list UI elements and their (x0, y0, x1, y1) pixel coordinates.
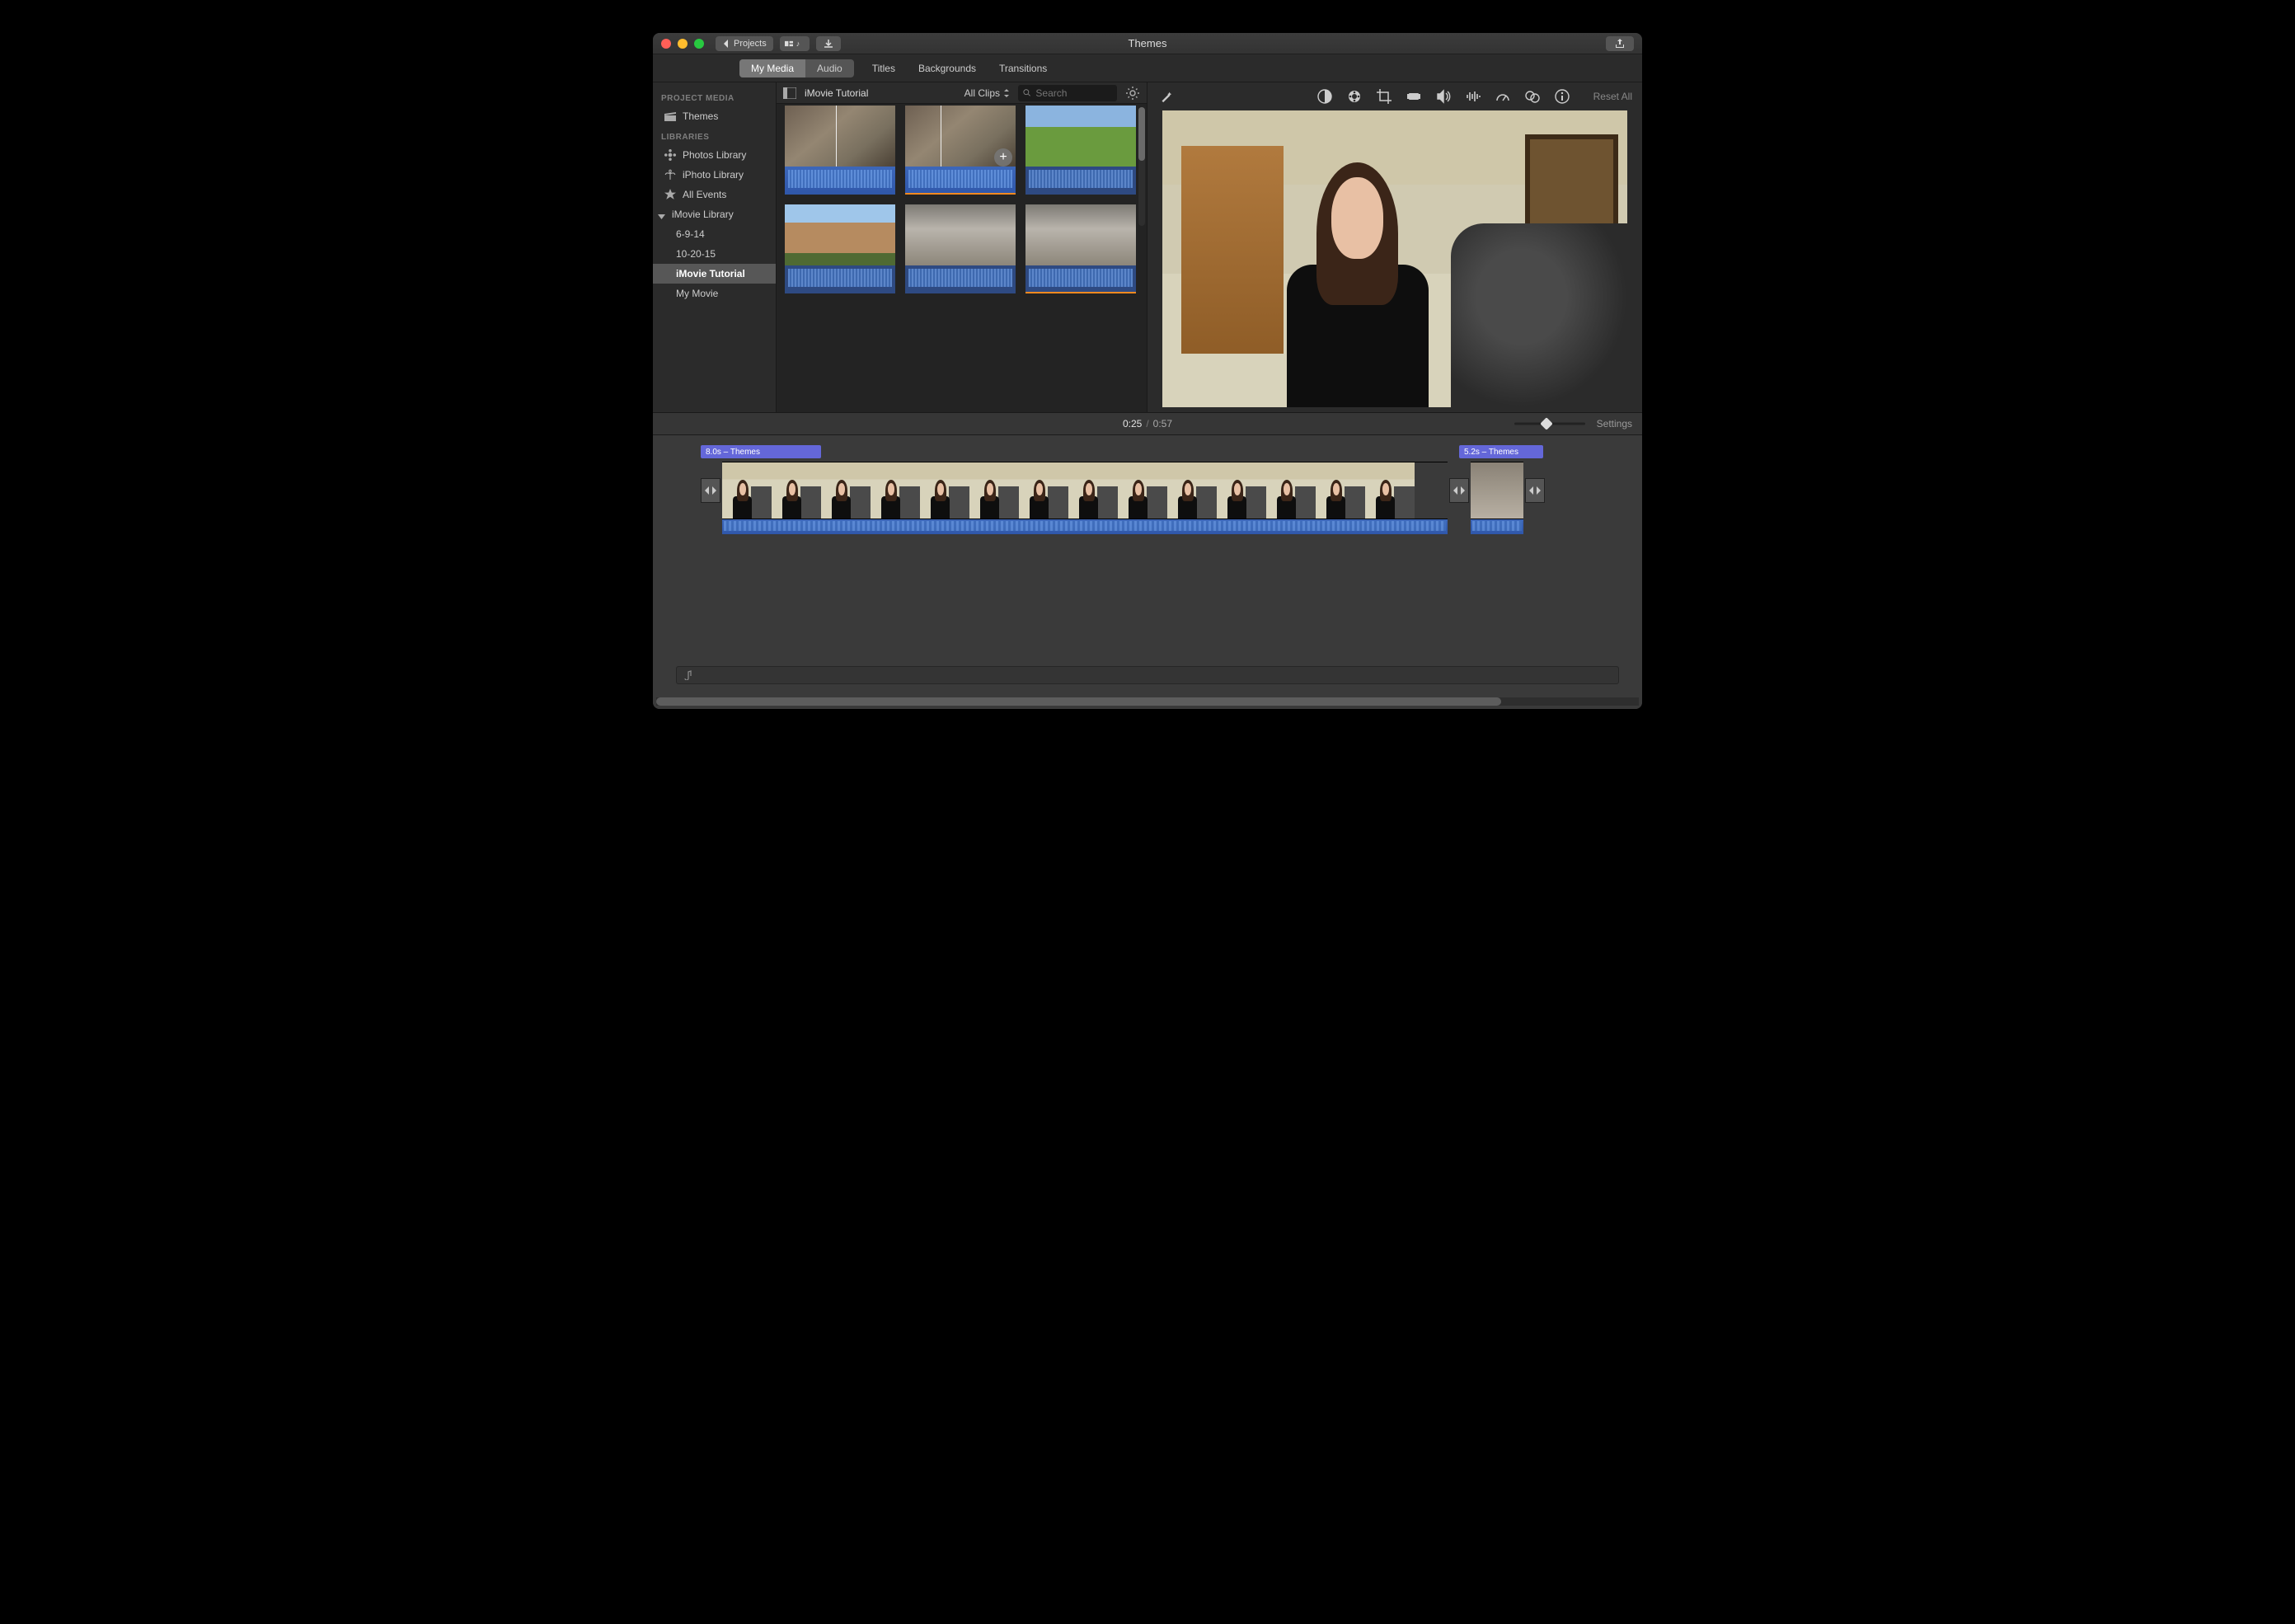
minimize-window-button[interactable] (678, 39, 688, 49)
clip-a-audio-waveform[interactable] (722, 519, 1448, 534)
clip-filter-dropdown[interactable]: All Clips (964, 87, 1010, 99)
noise-equalizer-button[interactable] (1465, 88, 1481, 105)
timeline-clip-a[interactable] (722, 462, 1448, 519)
preview-viewport[interactable] (1162, 110, 1627, 407)
timeline-settings-button[interactable]: Settings (1597, 418, 1632, 429)
updown-icon (1003, 89, 1010, 97)
timeline-scrollbar[interactable] (656, 697, 1639, 706)
title-overlay-a[interactable]: 8.0s – Themes (701, 445, 821, 458)
tab-backgrounds[interactable]: Backgrounds (918, 63, 976, 74)
search-icon (1023, 88, 1030, 97)
music-note-icon (682, 670, 692, 680)
preview-frame (1162, 110, 1627, 407)
library-view-button[interactable]: ♪ (780, 36, 810, 51)
search-field[interactable] (1018, 85, 1117, 101)
palm-icon (664, 170, 676, 180)
tab-transitions[interactable]: Transitions (999, 63, 1047, 74)
add-to-timeline-button[interactable]: + (994, 148, 1012, 167)
viewer-toolbar: Reset All (1148, 82, 1642, 110)
timeline-clip-b[interactable] (1471, 462, 1523, 519)
zoom-slider[interactable] (1514, 419, 1585, 429)
disclosure-triangle-icon[interactable] (658, 211, 665, 218)
clip-thumbnail[interactable] (1025, 204, 1136, 293)
total-time: 0:57 (1153, 418, 1172, 429)
speed-button[interactable] (1495, 88, 1511, 105)
current-time: 0:25 (1123, 418, 1142, 429)
color-correction-button[interactable] (1346, 88, 1363, 105)
color-balance-button[interactable] (1316, 88, 1333, 105)
share-icon (1615, 39, 1625, 49)
sidebar-item-event-selected[interactable]: iMovie Tutorial (653, 264, 776, 284)
transition-mid[interactable] (1449, 478, 1469, 503)
back-label: Projects (734, 39, 767, 49)
reset-all-button[interactable]: Reset All (1593, 91, 1632, 102)
scrollbar[interactable] (1138, 107, 1145, 226)
sidebar-heading-project-media: PROJECT MEDIA (653, 87, 776, 106)
timeline[interactable]: 8.0s – Themes 5.2s – Themes (653, 435, 1642, 709)
tab-titles[interactable]: Titles (872, 63, 895, 74)
sidebar-item-event[interactable]: My Movie (653, 284, 776, 303)
transition-start[interactable] (701, 478, 720, 503)
tab-audio[interactable]: Audio (805, 59, 854, 77)
sidebar-heading-libraries: LIBRARIES (653, 126, 776, 145)
clips-grid[interactable]: + (777, 104, 1147, 302)
tab-my-media[interactable]: My Media (739, 59, 805, 77)
search-input[interactable] (1035, 87, 1112, 99)
main-split: PROJECT MEDIA Themes LIBRARIES Photos Li… (653, 82, 1642, 412)
sidebar-item-iphoto-library[interactable]: iPhoto Library (653, 165, 776, 185)
music-note-icon: ♪ (796, 40, 805, 48)
playhead-infobar: 0:25 / 0:57 Settings (653, 412, 1642, 435)
traffic-lights (661, 39, 704, 49)
media-segmented-control: My Media Audio (739, 59, 854, 77)
clip-thumbnail-selected[interactable]: + (905, 106, 1016, 195)
volume-button[interactable] (1435, 88, 1452, 105)
crop-button[interactable] (1376, 88, 1392, 105)
share-button[interactable] (1606, 36, 1634, 51)
close-window-button[interactable] (661, 39, 671, 49)
flower-icon (664, 150, 676, 160)
transition-end[interactable] (1525, 478, 1545, 503)
media-tabs-row: My Media Audio Titles Backgrounds Transi… (653, 54, 1642, 82)
sidebar-item-event[interactable]: 10-20-15 (653, 244, 776, 264)
settings-gear-button[interactable] (1125, 86, 1140, 101)
sidebar-item-event[interactable]: 6-9-14 (653, 224, 776, 244)
clip-thumbnail[interactable] (785, 106, 895, 195)
magic-wand-button[interactable] (1157, 88, 1174, 105)
back-to-projects-button[interactable]: Projects (716, 36, 773, 51)
viewer-panel: Reset All (1148, 82, 1642, 412)
time-divider: / (1146, 418, 1148, 429)
clip-filter-button[interactable] (1524, 88, 1541, 105)
stabilization-button[interactable] (1406, 88, 1422, 105)
clip-thumbnail[interactable] (785, 204, 895, 293)
titlebar: Projects ♪ Themes (653, 33, 1642, 54)
title-overlay-b[interactable]: 5.2s – Themes (1459, 445, 1543, 458)
clip-b-audio-waveform[interactable] (1471, 519, 1523, 534)
browser-toolbar: iMovie Tutorial All Clips (777, 82, 1147, 104)
clip-thumbnail[interactable] (905, 204, 1016, 293)
imovie-window: Projects ♪ Themes My Media Audio Titles … (653, 33, 1642, 709)
background-music-track[interactable] (676, 666, 1619, 684)
sidebar-item-themes[interactable]: Themes (653, 106, 776, 126)
sidebar-item-photos-library[interactable]: Photos Library (653, 145, 776, 165)
clip-browser: iMovie Tutorial All Clips + (777, 82, 1148, 412)
timeline-track: 8.0s – Themes 5.2s – Themes (676, 450, 1619, 551)
browser-title: iMovie Tutorial (805, 87, 956, 99)
sidebar: PROJECT MEDIA Themes LIBRARIES Photos Li… (653, 82, 777, 412)
import-button[interactable] (816, 36, 841, 51)
clip-thumbnail[interactable] (1025, 106, 1136, 195)
download-icon (824, 40, 833, 48)
info-button[interactable] (1554, 88, 1570, 105)
sidebar-toggle-button[interactable] (783, 87, 796, 99)
sidebar-item-imovie-library[interactable]: iMovie Library (653, 204, 776, 224)
sidebar-item-all-events[interactable]: All Events (653, 185, 776, 204)
star-icon (664, 190, 676, 199)
clapper-icon (664, 111, 676, 121)
fullscreen-window-button[interactable] (694, 39, 704, 49)
